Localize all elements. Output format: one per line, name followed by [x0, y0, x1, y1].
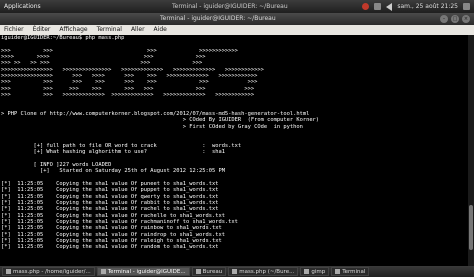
menu-editer[interactable]: Éditer	[33, 25, 51, 35]
clock[interactable]: sam., 25 août 21:25	[397, 0, 458, 13]
taskbar: mass.php - /home/iguider/... Terminal - …	[0, 266, 474, 277]
terminal-output[interactable]: iguider@IGUIDER:~/Bureau$ php mass.php >>…	[0, 35, 474, 266]
task-terminal-active[interactable]: Terminal - iguider@IGUIDE...	[96, 267, 190, 276]
panel-tray: sam., 25 août 21:25	[362, 0, 470, 13]
close-icon[interactable]: ×	[462, 15, 470, 23]
network-icon[interactable]	[374, 3, 382, 10]
panel-window-title: Terminal - iguider@IGUIDER: ~/Bureau	[172, 3, 288, 10]
menu-terminal[interactable]: Terminal	[97, 25, 122, 35]
power-icon[interactable]	[463, 3, 470, 10]
terminal-scrollbar[interactable]	[468, 35, 474, 266]
menu-affichage[interactable]: Affichage	[59, 25, 87, 35]
menu-bar: Fichier Éditer Affichage Terminal Aller …	[0, 25, 474, 35]
menu-fichier[interactable]: Fichier	[4, 25, 24, 35]
applications-menu[interactable]: Applications	[4, 0, 41, 13]
top-panel: Applications Terminal - iguider@IGUIDER:…	[0, 0, 474, 13]
maximize-icon[interactable]: □	[451, 15, 459, 23]
window-title-bar[interactable]: Terminal - iguider@IGUIDER: ~/Bureau – □…	[0, 13, 474, 25]
task-mass-php-editor[interactable]: mass.php - /home/iguider/...	[2, 267, 95, 276]
menu-aller[interactable]: Aller	[131, 25, 145, 35]
volume-icon[interactable]	[386, 2, 393, 11]
window-title: Terminal - iguider@IGUIDER: ~/Bureau	[160, 15, 276, 22]
task-mass-php[interactable]: mass.php (~/Bure...	[228, 267, 299, 276]
menu-aide[interactable]: Aide	[154, 25, 167, 35]
editor-icon	[232, 269, 238, 274]
task-bureau[interactable]: Bureau	[191, 267, 227, 276]
minimize-icon[interactable]: –	[440, 15, 448, 23]
terminal-icon	[335, 269, 341, 274]
scrollbar-thumb[interactable]	[469, 205, 473, 250]
notification-icon[interactable]	[362, 3, 370, 10]
terminal-icon	[100, 269, 106, 274]
task-terminal[interactable]: Terminal	[331, 267, 370, 276]
window-controls: – □ ×	[440, 15, 470, 23]
gimp-icon	[304, 269, 310, 274]
folder-icon	[195, 269, 201, 274]
editor-icon	[6, 269, 11, 274]
task-gimp[interactable]: gimp	[300, 267, 330, 276]
terminal-line: [*] 11:25:05 Copying the sha1 value Of r…	[1, 244, 219, 251]
